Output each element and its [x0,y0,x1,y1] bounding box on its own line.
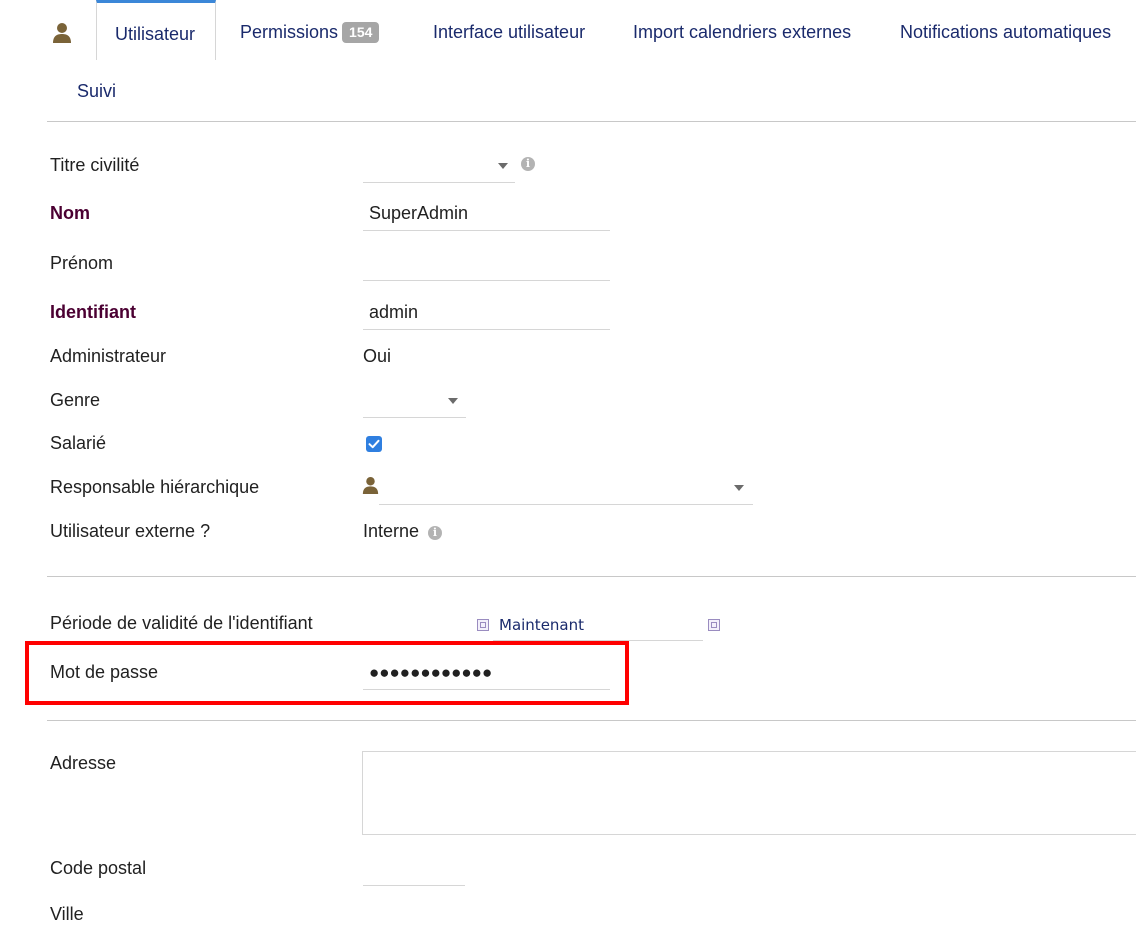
administrateur-value: Oui [363,346,392,366]
identifiant-input[interactable]: admin [363,297,610,330]
externe-label: Utilisateur externe ? [50,521,211,541]
tab-notifications-label: Notifications automatiques [900,22,1112,42]
permissions-count-badge: 154 [342,22,380,43]
identifiant-label: Identifiant [50,302,136,322]
tab-import-calendriers[interactable]: Import calendriers externes [633,21,851,43]
tab-import-label: Import calendriers externes [633,22,852,42]
chevron-down-icon [448,398,458,404]
user-icon [362,477,379,494]
tab-notifications[interactable]: Notifications automatiques [900,21,1111,43]
adresse-textarea[interactable] [362,751,1136,835]
responsable-select[interactable] [379,472,753,505]
tab-utilisateur-label: Utilisateur [115,24,196,44]
genre-select[interactable] [363,385,466,418]
salarie-label: Salarié [50,433,107,453]
adresse-label: Adresse [50,753,117,773]
user-icon[interactable] [52,22,72,44]
tab-interface-utilisateur[interactable]: Interface utilisateur [433,21,585,43]
salarie-checkbox[interactable] [366,436,382,452]
nom-label: Nom [50,203,90,223]
prenom-label: Prénom [50,253,114,273]
tab-permissions-label: Permissions [240,22,339,42]
tab-utilisateur[interactable]: Utilisateur [96,0,216,60]
section-divider [47,720,1136,721]
code-postal-input[interactable] [363,853,465,886]
calendar-icon[interactable] [708,619,720,631]
titre-civilite-select[interactable] [363,150,515,183]
prenom-input[interactable] [363,248,610,281]
administrateur-label: Administrateur [50,346,167,366]
chevron-down-icon [734,485,744,491]
tabs-divider [47,121,1136,122]
code-postal-label: Code postal [50,858,147,878]
section-divider [47,576,1136,577]
validite-label: Période de validité de l'identifiant [50,613,313,633]
info-icon[interactable]: i [428,526,442,540]
chevron-down-icon [498,163,508,169]
tab-suivi[interactable]: Suivi [77,80,116,102]
genre-label: Genre [50,390,101,410]
titre-civilite-label: Titre civilité [50,155,140,175]
tab-suivi-label: Suivi [77,81,117,101]
tab-permissions[interactable]: Permissions 154 [240,21,380,43]
tab-interface-label: Interface utilisateur [433,22,586,42]
calendar-icon[interactable] [477,619,489,631]
info-icon[interactable]: i [521,157,535,171]
externe-value: Interne [363,521,420,541]
ville-label: Ville [50,904,84,924]
responsable-label: Responsable hiérarchique [50,477,260,497]
check-icon [368,439,380,449]
nom-input[interactable]: SuperAdmin [363,198,610,231]
password-highlight-box [25,641,629,705]
validite-start-input[interactable]: Maintenant [493,610,703,641]
